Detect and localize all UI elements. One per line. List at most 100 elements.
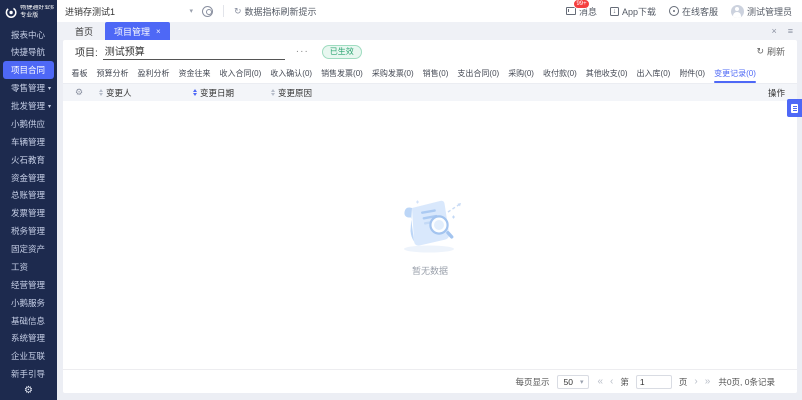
tab-close-icon[interactable]: ×	[156, 27, 161, 36]
app-download-button[interactable]: ↓ App下载	[610, 5, 656, 18]
sidebar-nav-item[interactable]: 工资 ▾	[3, 258, 54, 276]
customer-service-button[interactable]: 在线客服	[669, 5, 718, 18]
apps-icon[interactable]	[202, 6, 213, 17]
sidebar-nav-item[interactable]: 系统管理 ▾	[3, 329, 54, 347]
tab-strip: 首页 项目管理 × × ≡	[57, 22, 802, 40]
sidebar-nav-item[interactable]: 新手引导 ▾	[3, 365, 54, 383]
content-area: 项目: 测试预算 ··· 已生效 ↻ 刷新 看板 预算分析 盈利分析 资金往来 …	[57, 40, 802, 400]
sidebar-item-label: 固定资产	[11, 243, 45, 255]
sidebar-item-label: 报表中心	[11, 29, 45, 41]
sidebar-nav-item[interactable]: 基础信息 ▾	[3, 312, 54, 330]
chevron-down-icon: ▾	[48, 85, 51, 92]
sidebar-nav-item[interactable]: 固定资产 ▾	[3, 240, 54, 258]
sort-icon-active[interactable]	[193, 89, 197, 97]
next-page-button[interactable]: ›	[694, 377, 697, 387]
brand-text: 畅捷通好业财 专业版	[20, 5, 54, 21]
messages-button[interactable]: 消息 99+	[566, 5, 597, 18]
column-header-change-date[interactable]: 变更日期	[193, 87, 271, 99]
detail-tab[interactable]: 销售发票(0)	[317, 63, 368, 83]
first-page-button[interactable]: «	[597, 377, 603, 387]
last-page-button[interactable]: »	[705, 377, 711, 387]
refresh-button[interactable]: ↻ 刷新	[756, 45, 785, 58]
detail-tab[interactable]: 销售(0)	[418, 63, 453, 83]
download-icon: ↓	[610, 7, 619, 16]
pager: « ‹ 第 页 › »	[597, 375, 710, 389]
sidebar-nav-item[interactable]: 企业互联 ▾	[3, 347, 54, 365]
sidebar-nav-item[interactable]: 火石教育 ▾	[3, 151, 54, 169]
topbar: 进销存测试1 ▾ ↻ 数据指标刷新提示 消息 99+ ↓ App下载 在线客服	[57, 0, 802, 22]
chevron-down-icon: ▾	[580, 378, 584, 386]
detail-tab-label: 预算分析	[97, 68, 129, 79]
user-menu[interactable]: 测试管理员	[731, 5, 792, 18]
column-header-change-user[interactable]: 变更人	[99, 87, 193, 99]
sidebar-nav-item[interactable]: 资金管理 ▾	[3, 169, 54, 187]
brand-logo-row[interactable]: 畅捷通好业财 专业版	[0, 0, 57, 24]
per-page-label: 每页显示	[515, 376, 549, 388]
column-label: 变更原因	[278, 87, 312, 99]
sort-icon[interactable]	[271, 89, 275, 97]
prev-page-button[interactable]: ‹	[610, 377, 613, 387]
tab-project-active[interactable]: 项目管理 ×	[105, 22, 170, 40]
table-header-row: ⚙ 变更人 变更日期 变更原因 操作	[63, 84, 797, 101]
detail-tab[interactable]: 采购(0)	[504, 63, 539, 83]
detail-tab-label: 其他收支(0)	[586, 68, 628, 79]
sidebar-item-label: 资金管理	[11, 172, 45, 184]
detail-tab-label: 资金往来	[179, 68, 211, 79]
page-prefix-label: 第	[620, 376, 629, 388]
detail-tab[interactable]: 变更记录(0)	[710, 63, 761, 83]
sidebar-nav-item[interactable]: 小鹅服务 ▾	[3, 294, 54, 312]
detail-tab-label: 盈利分析	[138, 68, 170, 79]
project-detail-card: 项目: 测试预算 ··· 已生效 ↻ 刷新 看板 预算分析 盈利分析 资金往来 …	[63, 40, 797, 393]
sidebar-settings-gear-icon[interactable]: ⚙	[0, 383, 57, 400]
sidebar-item-label: 企业互联	[11, 350, 45, 362]
sidebar-nav-item[interactable]: 报表中心 ▾	[3, 26, 54, 44]
sidebar-nav-item[interactable]: 车辆管理 ▾	[3, 133, 54, 151]
floating-assistant-button[interactable]	[787, 99, 802, 117]
pagination-footer: 每页显示 50 ▾ « ‹ 第 页 › » 共0页, 0条记录	[63, 369, 797, 393]
column-header-change-reason[interactable]: 变更原因	[271, 87, 745, 99]
detail-tab[interactable]: 看板	[67, 63, 92, 83]
detail-tab[interactable]: 资金往来	[174, 63, 215, 83]
service-icon	[669, 6, 679, 16]
tab-home[interactable]: 首页	[63, 25, 105, 38]
sidebar-nav-item[interactable]: 零售管理 ▾	[3, 79, 54, 97]
detail-tab[interactable]: 支出合同(0)	[453, 63, 504, 83]
detail-tab[interactable]: 附件(0)	[675, 63, 710, 83]
detail-tab[interactable]: 收入合同(0)	[215, 63, 266, 83]
per-page-value: 50	[563, 377, 572, 387]
page-number-input[interactable]	[636, 375, 672, 389]
app-download-label: App下载	[622, 5, 656, 18]
column-label: 变更人	[106, 87, 132, 99]
empty-state-text: 暂无数据	[412, 264, 448, 277]
sidebar-nav-item[interactable]: 经营管理 ▾	[3, 276, 54, 294]
sidebar-nav-item[interactable]: 发票管理 ▾	[3, 204, 54, 222]
sidebar-nav-item[interactable]: 总账管理 ▾	[3, 186, 54, 204]
detail-tab[interactable]: 收入确认(0)	[266, 63, 317, 83]
detail-tab[interactable]: 采购发票(0)	[367, 63, 418, 83]
detail-tab[interactable]: 收付款(0)	[538, 63, 581, 83]
demo-tip-link[interactable]: ↻ 数据指标刷新提示	[234, 5, 317, 18]
per-page-select[interactable]: 50 ▾	[557, 375, 589, 389]
detail-tab[interactable]: 盈利分析	[133, 63, 174, 83]
close-all-tabs-icon[interactable]: ×	[771, 26, 776, 36]
chevron-down-icon: ▾	[48, 103, 51, 110]
sidebar-nav-item[interactable]: 项目合同 ▾	[3, 61, 54, 79]
detail-tab[interactable]: 预算分析	[92, 63, 133, 83]
project-name-field[interactable]: 测试预算	[103, 43, 285, 60]
more-options-icon[interactable]: ···	[296, 46, 309, 57]
detail-tab[interactable]: 出入库(0)	[632, 63, 675, 83]
sidebar-nav-item[interactable]: 税务管理 ▾	[3, 222, 54, 240]
sidebar-nav-item[interactable]: 小鹅供应 ▾	[3, 115, 54, 133]
sidebar-item-label: 项目合同	[11, 64, 45, 76]
tab-list-menu-icon[interactable]: ≡	[788, 26, 793, 36]
detail-tab-label: 变更记录(0)	[714, 68, 756, 79]
org-selector[interactable]: 进销存测试1 ▾	[65, 5, 193, 18]
detail-tabs: 看板 预算分析 盈利分析 资金往来 收入合同(0) 收入确认(0) 销售发票(0…	[63, 63, 797, 84]
message-count-badge: 99+	[573, 0, 590, 9]
sidebar-nav-item[interactable]: 批发管理 ▾	[3, 97, 54, 115]
sort-icon[interactable]	[99, 89, 103, 97]
sidebar-item-label: 工资	[11, 261, 28, 273]
sidebar-nav-item[interactable]: 快捷导航 ▾	[3, 43, 54, 61]
column-settings-gear-icon[interactable]: ⚙	[75, 87, 99, 98]
detail-tab[interactable]: 其他收支(0)	[581, 63, 632, 83]
